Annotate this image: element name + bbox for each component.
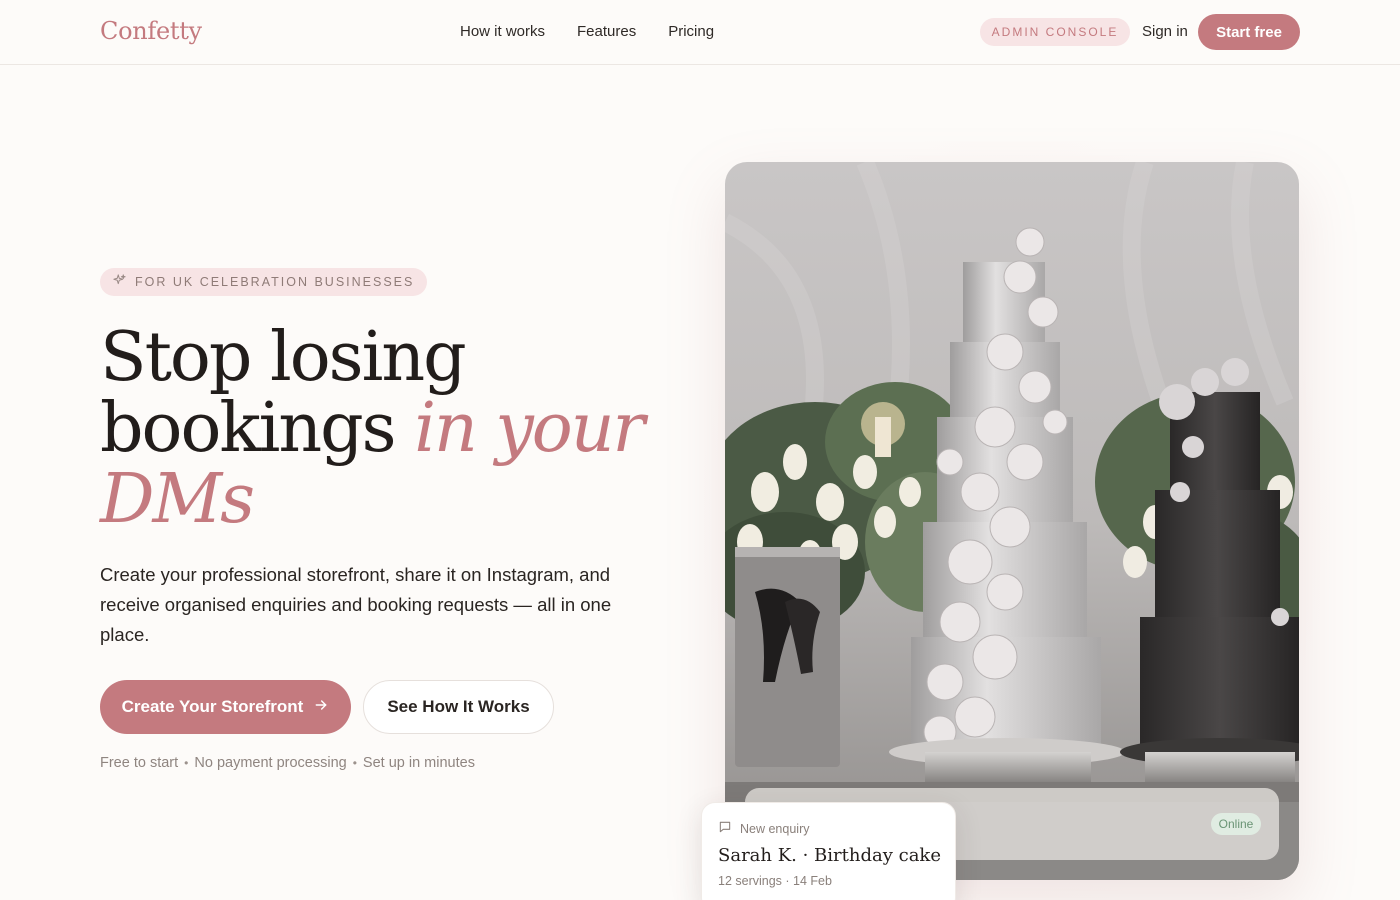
headline-line-1: Stop losing (100, 318, 467, 397)
sign-in-link[interactable]: Sign in (1142, 23, 1188, 40)
create-storefront-button[interactable]: Create Your Storefront (100, 680, 351, 734)
headline-accent-2: DMs (100, 460, 255, 539)
headline-line-2: bookings (100, 389, 415, 468)
create-storefront-label: Create Your Storefront (121, 697, 304, 716)
nav-link-pricing[interactable]: Pricing (668, 23, 714, 40)
hero-description: Create your professional storefront, sha… (100, 564, 612, 645)
see-how-it-works-button[interactable]: See How It Works (363, 680, 554, 734)
nav-link-features[interactable]: Features (577, 23, 636, 40)
sparkle-icon (112, 273, 127, 291)
headline-accent-1: in your (414, 389, 645, 468)
message-icon (718, 820, 732, 837)
top-navigation: Confetty How it works Features Pricing A… (0, 0, 1400, 65)
perk-separator: • (184, 756, 189, 770)
arrow-right-icon (313, 697, 329, 718)
hero-headline: Stop losing bookings in your DMs (100, 322, 660, 535)
enquiry-title: Sarah K. · Birthday cake (718, 845, 941, 866)
enquiry-header: New enquiry (718, 820, 809, 837)
start-free-button[interactable]: Start free (1198, 14, 1300, 50)
perk-separator: • (352, 756, 357, 770)
audience-badge-label: FOR UK CELEBRATION BUSINESSES (135, 275, 415, 289)
enquiry-notification-card[interactable]: New enquiry Sarah K. · Birthday cake 12 … (701, 802, 956, 900)
perk-item: Set up in minutes (362, 755, 475, 771)
perks-list: Free to start • No payment processing • … (100, 755, 475, 771)
online-status-badge: Online (1211, 813, 1261, 835)
admin-console-button[interactable]: ADMIN CONSOLE (980, 18, 1130, 46)
nav-links: How it works Features Pricing (460, 23, 714, 40)
enquiry-meta: 12 servings · 14 Feb (718, 874, 832, 888)
nav-link-how-it-works[interactable]: How it works (460, 23, 545, 40)
perk-item: Free to start (100, 755, 179, 771)
audience-badge: FOR UK CELEBRATION BUSINESSES (100, 268, 428, 296)
enquiry-label: New enquiry (740, 821, 810, 836)
perk-item: No payment processing (194, 755, 347, 771)
brand-logo[interactable]: Confetty (100, 17, 202, 45)
hero-cake-photo (725, 162, 1299, 880)
